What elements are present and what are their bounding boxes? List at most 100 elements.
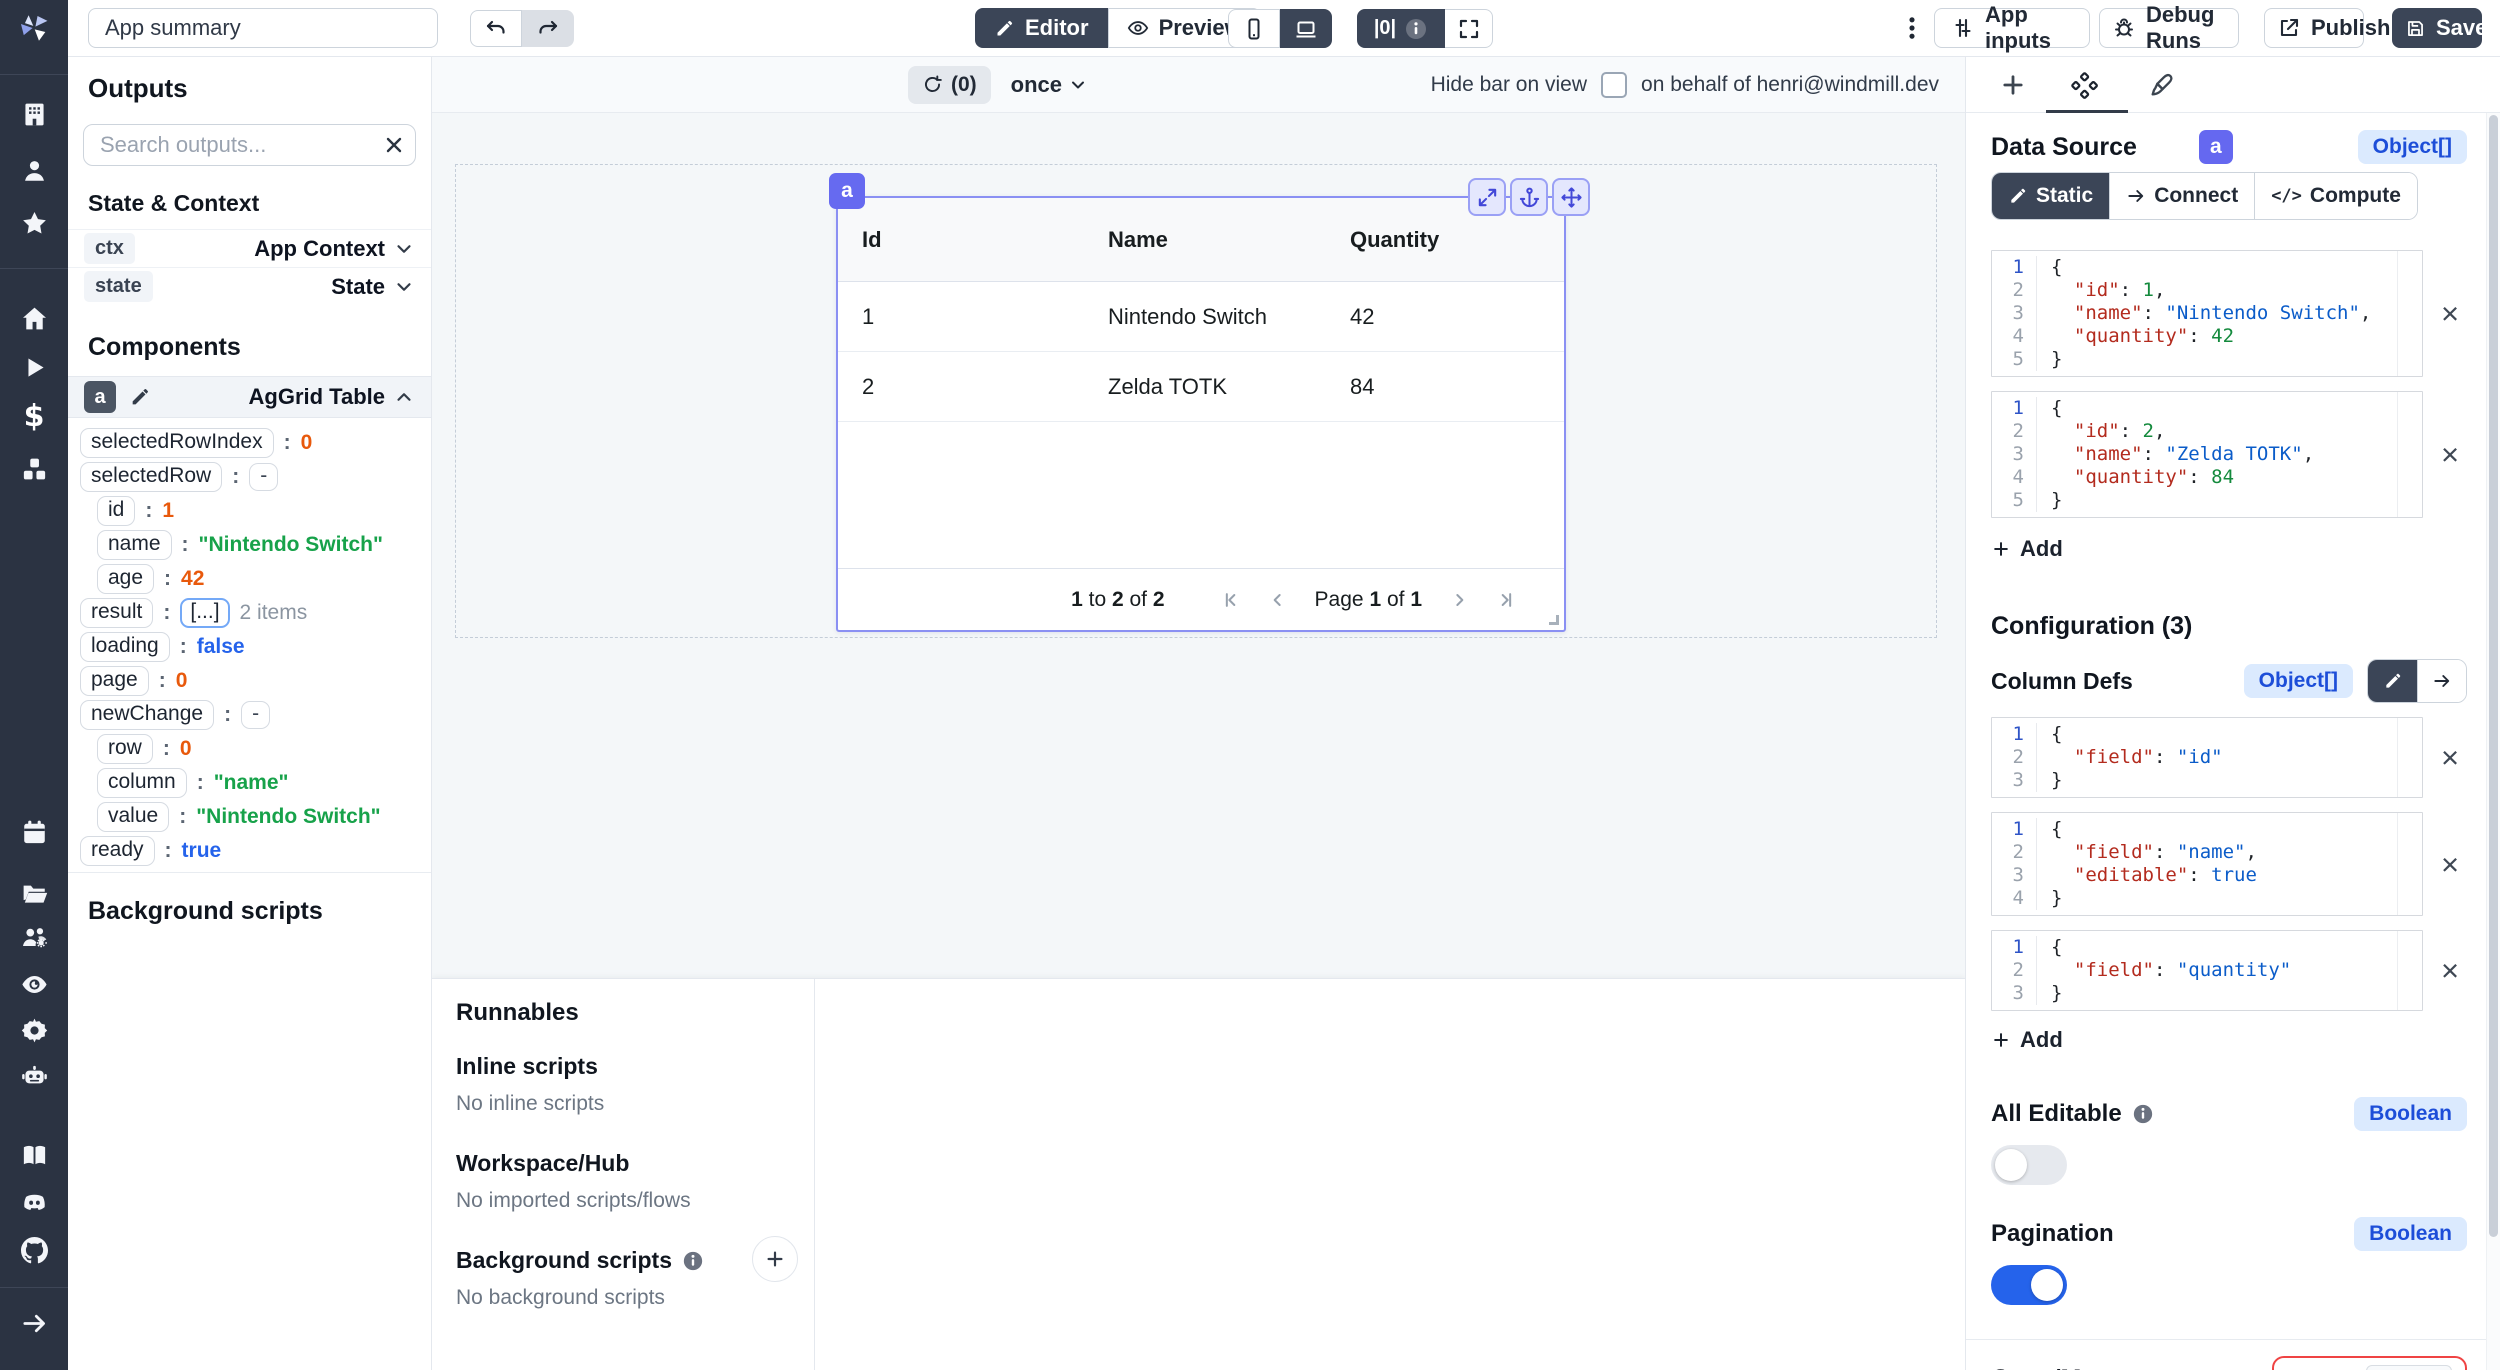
- output-row[interactable]: ready:true: [68, 834, 431, 868]
- output-row[interactable]: id:1: [68, 494, 431, 528]
- chevron-up-icon[interactable]: [393, 386, 415, 408]
- debug-runs-button[interactable]: Debug Runs: [2099, 8, 2239, 48]
- insert-component-plus-icon[interactable]: [1999, 71, 2027, 99]
- redo-button[interactable]: [522, 10, 574, 47]
- remove-item-button[interactable]: ×: [2433, 438, 2467, 472]
- audit-eye-icon[interactable]: [17, 967, 51, 1001]
- fullscreen-button[interactable]: [1445, 9, 1493, 48]
- add-background-script-button[interactable]: [752, 1236, 798, 1282]
- table-header-cell[interactable]: Id: [838, 227, 1084, 253]
- resources-cubes-icon[interactable]: [17, 452, 51, 486]
- state-row[interactable]: state State: [68, 267, 431, 305]
- table-header-cell[interactable]: Quantity: [1326, 227, 1564, 253]
- static-mode-button[interactable]: Static: [1992, 173, 2109, 219]
- json-editor[interactable]: 1234 { "field": "name", "editable": true…: [1991, 812, 2423, 916]
- workspace-icon[interactable]: [17, 97, 51, 131]
- output-row[interactable]: age:42: [68, 562, 431, 596]
- column-defs-label: Column Defs: [1991, 668, 2133, 695]
- compute-mode-button[interactable]: </>Compute: [2254, 173, 2417, 219]
- component-header[interactable]: a AgGrid Table: [68, 376, 431, 418]
- folders-icon[interactable]: [17, 876, 51, 910]
- anchor-component-button[interactable]: [1510, 178, 1548, 216]
- remove-item-button[interactable]: ×: [2433, 954, 2467, 988]
- schedules-calendar-icon[interactable]: [17, 815, 51, 849]
- chevron-down-icon[interactable]: [393, 238, 415, 260]
- all-editable-toggle[interactable]: [1991, 1145, 2067, 1185]
- favorites-star-icon[interactable]: [17, 206, 51, 240]
- last-page-icon[interactable]: [1496, 590, 1516, 610]
- edit-id-pencil-icon[interactable]: [129, 386, 151, 408]
- output-row[interactable]: selectedRowIndex:0: [68, 426, 431, 460]
- home-icon[interactable]: [17, 301, 51, 335]
- move-component-button[interactable]: [1552, 178, 1590, 216]
- component-settings-tab-icon[interactable]: [2070, 71, 2098, 99]
- prev-page-icon[interactable]: [1268, 590, 1288, 610]
- anchor-icon: [1518, 186, 1541, 209]
- app-inputs-button[interactable]: App inputs: [1934, 8, 2090, 48]
- expand-component-button[interactable]: [1468, 178, 1506, 216]
- output-row[interactable]: value:"Nintendo Switch": [68, 800, 431, 834]
- json-editor[interactable]: 12345 { "id": 1, "name": "Nintendo Switc…: [1991, 250, 2423, 377]
- eye-icon: [1127, 17, 1149, 39]
- more-menu-button[interactable]: [1898, 14, 1926, 42]
- run-mode-dropdown[interactable]: once: [1011, 72, 1088, 98]
- windmill-logo-icon[interactable]: [17, 11, 51, 45]
- groups-users-icon[interactable]: [17, 920, 51, 954]
- app-summary-input[interactable]: [88, 8, 438, 48]
- connect-button[interactable]: [2417, 660, 2466, 702]
- zero-width-counter-button[interactable]: |0|: [1357, 9, 1445, 48]
- docs-book-icon[interactable]: [17, 1138, 51, 1172]
- settings-gear-icon[interactable]: [17, 1013, 51, 1047]
- first-page-icon[interactable]: [1221, 590, 1241, 610]
- scrollbar-thumb[interactable]: [2489, 115, 2498, 1237]
- json-editor[interactable]: 123 { "field": "id"}: [1991, 717, 2423, 798]
- data-source-title: Data Source: [1991, 133, 2137, 162]
- hide-bar-checkbox[interactable]: [1601, 72, 1627, 98]
- table-row[interactable]: 1Nintendo Switch42: [838, 282, 1564, 352]
- undo-button[interactable]: [470, 10, 522, 47]
- output-row[interactable]: row:0: [68, 732, 431, 766]
- output-row[interactable]: result:[...]2 items: [68, 596, 431, 630]
- output-row[interactable]: name:"Nintendo Switch": [68, 528, 431, 562]
- search-outputs-input[interactable]: [83, 124, 416, 166]
- table-header-cell[interactable]: Name: [1084, 227, 1326, 253]
- expand-sidebar-arrow-icon[interactable]: [17, 1306, 51, 1340]
- static-edit-button[interactable]: [2368, 660, 2417, 702]
- next-page-icon[interactable]: [1449, 590, 1469, 610]
- resize-handle[interactable]: [1549, 615, 1559, 625]
- clear-search-icon[interactable]: [382, 133, 406, 157]
- table-row[interactable]: 2Zelda TOTK84: [838, 352, 1564, 422]
- styling-brush-icon[interactable]: [2148, 71, 2176, 99]
- remove-item-button[interactable]: ×: [2433, 741, 2467, 775]
- aggrid-table-component[interactable]: a IdNameQuantity 1Nintendo Switch422Zeld…: [836, 196, 1566, 632]
- connect-mode-button[interactable]: Connect: [2109, 173, 2254, 219]
- output-row[interactable]: selectedRow:-: [68, 460, 431, 494]
- user-icon[interactable]: [17, 153, 51, 187]
- ctx-row[interactable]: ctx App Context: [68, 229, 431, 267]
- desktop-view-button[interactable]: [1280, 9, 1332, 48]
- save-button[interactable]: Save: [2392, 8, 2482, 48]
- publish-button[interactable]: Publish: [2264, 8, 2364, 48]
- add-data-item-button[interactable]: Add: [1991, 536, 2063, 562]
- remove-item-button[interactable]: ×: [2433, 847, 2467, 881]
- output-row[interactable]: newChange:-: [68, 698, 431, 732]
- remove-item-button[interactable]: ×: [2433, 297, 2467, 331]
- json-editor[interactable]: 123 { "field": "quantity"}: [1991, 930, 2423, 1011]
- discord-icon[interactable]: [17, 1185, 51, 1219]
- panel-scrollbar[interactable]: [2486, 113, 2500, 1370]
- runs-play-icon[interactable]: [17, 350, 51, 384]
- chevron-down-icon[interactable]: [393, 276, 415, 298]
- editor-tab[interactable]: Editor: [975, 8, 1108, 48]
- refresh-count-button[interactable]: (0): [908, 66, 991, 104]
- output-row[interactable]: loading:false: [68, 630, 431, 664]
- output-row[interactable]: column:"name": [68, 766, 431, 800]
- mobile-view-button[interactable]: [1228, 9, 1280, 48]
- variables-dollar-icon[interactable]: $: [17, 399, 51, 433]
- workers-robot-icon[interactable]: [17, 1058, 51, 1092]
- json-editor[interactable]: 12345 { "id": 2, "name": "Zelda TOTK", "…: [1991, 391, 2423, 518]
- add-column-def-button[interactable]: Add: [1991, 1027, 2063, 1053]
- github-icon[interactable]: [17, 1233, 51, 1267]
- pagination-toggle[interactable]: [1991, 1265, 2067, 1305]
- output-row[interactable]: page:0: [68, 664, 431, 698]
- delete-component-button[interactable]: Delete ⌘ +: [2272, 1356, 2467, 1370]
